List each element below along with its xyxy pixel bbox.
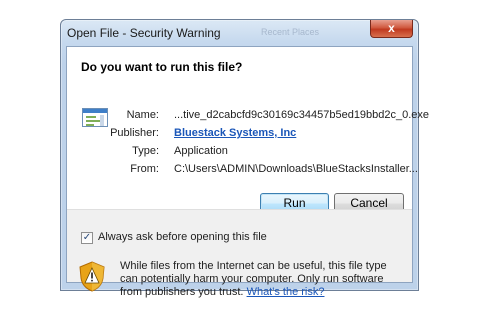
security-shield-warning-icon [79, 261, 105, 292]
dialog-question: Do you want to run this file? [81, 60, 243, 74]
background-ghost-text: Recent Places [261, 27, 320, 37]
window-title: Open File - Security Warning [67, 26, 221, 40]
close-button[interactable]: x [370, 20, 413, 38]
name-label: Name: [126, 109, 159, 121]
name-value: ...tive_d2cabcfd9c30169c34457b5ed19bbd2c… [174, 109, 430, 121]
always-ask-label: Always ask before opening this file [98, 231, 267, 243]
warning-message: While files from the Internet can be use… [120, 260, 405, 299]
from-label: From: [130, 163, 159, 175]
security-warning-dialog: Open File - Security Warning Recent Plac… [60, 19, 429, 298]
from-value: C:\Users\ADMIN\Downloads\BlueStacksInsta… [174, 163, 418, 175]
whats-the-risk-link[interactable]: What's the risk? [247, 286, 325, 298]
title-bar[interactable]: Open File - Security Warning Recent Plac… [61, 20, 418, 46]
close-icon: x [388, 21, 395, 35]
dialog-content: Do you want to run this file? Name: ...t… [66, 46, 429, 298]
publisher-label: Publisher: [110, 127, 159, 139]
publisher-link[interactable]: Bluestack Systems, Inc [174, 127, 296, 139]
type-value: Application [174, 145, 228, 157]
always-ask-checkbox[interactable]: ✓ [81, 232, 93, 244]
type-label: Type: [132, 145, 159, 157]
